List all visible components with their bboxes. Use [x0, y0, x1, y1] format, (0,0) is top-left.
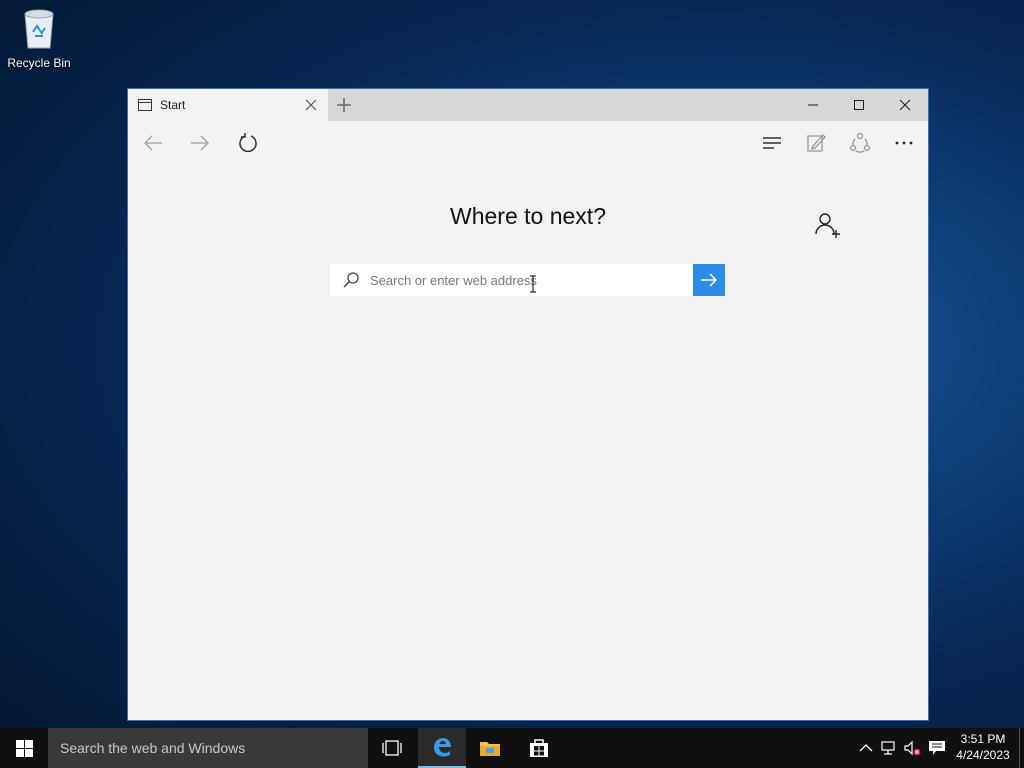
recycle-bin-icon	[24, 9, 54, 49]
file-explorer-icon	[480, 742, 500, 756]
search-input[interactable]	[370, 268, 680, 292]
clock-time: 3:51 PM	[960, 732, 1006, 746]
more-icon	[895, 141, 913, 145]
close-icon	[899, 99, 911, 111]
taskbar-store-button[interactable]	[515, 728, 563, 768]
show-desktop-button[interactable]	[1019, 728, 1024, 768]
back-arrow-icon	[143, 135, 162, 151]
refresh-icon	[239, 133, 257, 153]
add-person-icon[interactable]	[814, 210, 842, 238]
task-view-icon	[382, 740, 402, 756]
task-view-button[interactable]	[368, 728, 416, 768]
tab-start[interactable]: Start	[128, 89, 328, 121]
go-button[interactable]	[693, 264, 725, 296]
browser-toolbar	[128, 121, 928, 165]
close-tab-icon[interactable]	[304, 98, 318, 112]
taskbar-search-box[interactable]: Search the web and Windows	[48, 728, 368, 768]
volume-muted-icon[interactable]	[903, 740, 921, 756]
close-window-button[interactable]	[882, 89, 928, 121]
back-button[interactable]	[140, 130, 166, 156]
tab-title: Start	[160, 98, 186, 112]
web-note-button[interactable]	[803, 130, 829, 156]
system-clock[interactable]: 3:51 PM 4/24/2023	[950, 731, 1016, 763]
hub-icon	[763, 137, 781, 149]
desktop-icon-recycle-bin[interactable]: Recycle Bin	[4, 6, 74, 76]
plus-icon[interactable]	[336, 97, 352, 113]
desktop-icon-label: Recycle Bin	[7, 56, 71, 70]
text-cursor-icon	[530, 275, 536, 293]
start-page: Where to next?	[128, 165, 928, 721]
action-center-icon[interactable]	[928, 740, 946, 756]
taskbar-file-explorer-button[interactable]	[466, 728, 514, 768]
forward-button[interactable]	[187, 130, 213, 156]
address-search-box	[330, 264, 693, 296]
minimize-button[interactable]	[790, 89, 836, 121]
more-button[interactable]	[891, 130, 917, 156]
clock-date: 4/24/2023	[956, 748, 1010, 762]
share-icon	[849, 132, 871, 153]
start-button[interactable]	[0, 728, 48, 768]
edge-window: Start Where to next? Search or enter web…	[127, 88, 929, 721]
forward-arrow-icon	[191, 135, 210, 151]
arrow-right-icon	[701, 273, 718, 287]
share-button[interactable]	[847, 130, 873, 156]
edge-icon	[434, 738, 451, 757]
search-icon	[343, 272, 359, 288]
hub-button[interactable]	[759, 130, 785, 156]
taskbar-edge-button[interactable]	[418, 728, 466, 768]
refresh-button[interactable]	[235, 130, 261, 156]
web-note-icon	[807, 134, 826, 152]
taskbar-search-placeholder: Search the web and Windows	[60, 740, 246, 756]
maximize-icon	[854, 100, 864, 110]
taskbar: Search the web and Windows 3:51 PM 4/24/…	[0, 728, 1024, 768]
chevron-up-icon[interactable]	[857, 740, 875, 756]
windows-logo-icon	[15, 739, 33, 757]
title-bar: Start	[128, 89, 928, 121]
minimize-icon	[808, 104, 818, 106]
network-icon[interactable]	[880, 740, 898, 756]
page-icon	[138, 99, 152, 111]
page-title: Where to next?	[450, 203, 606, 229]
store-icon	[530, 739, 548, 757]
maximize-button[interactable]	[836, 89, 882, 121]
